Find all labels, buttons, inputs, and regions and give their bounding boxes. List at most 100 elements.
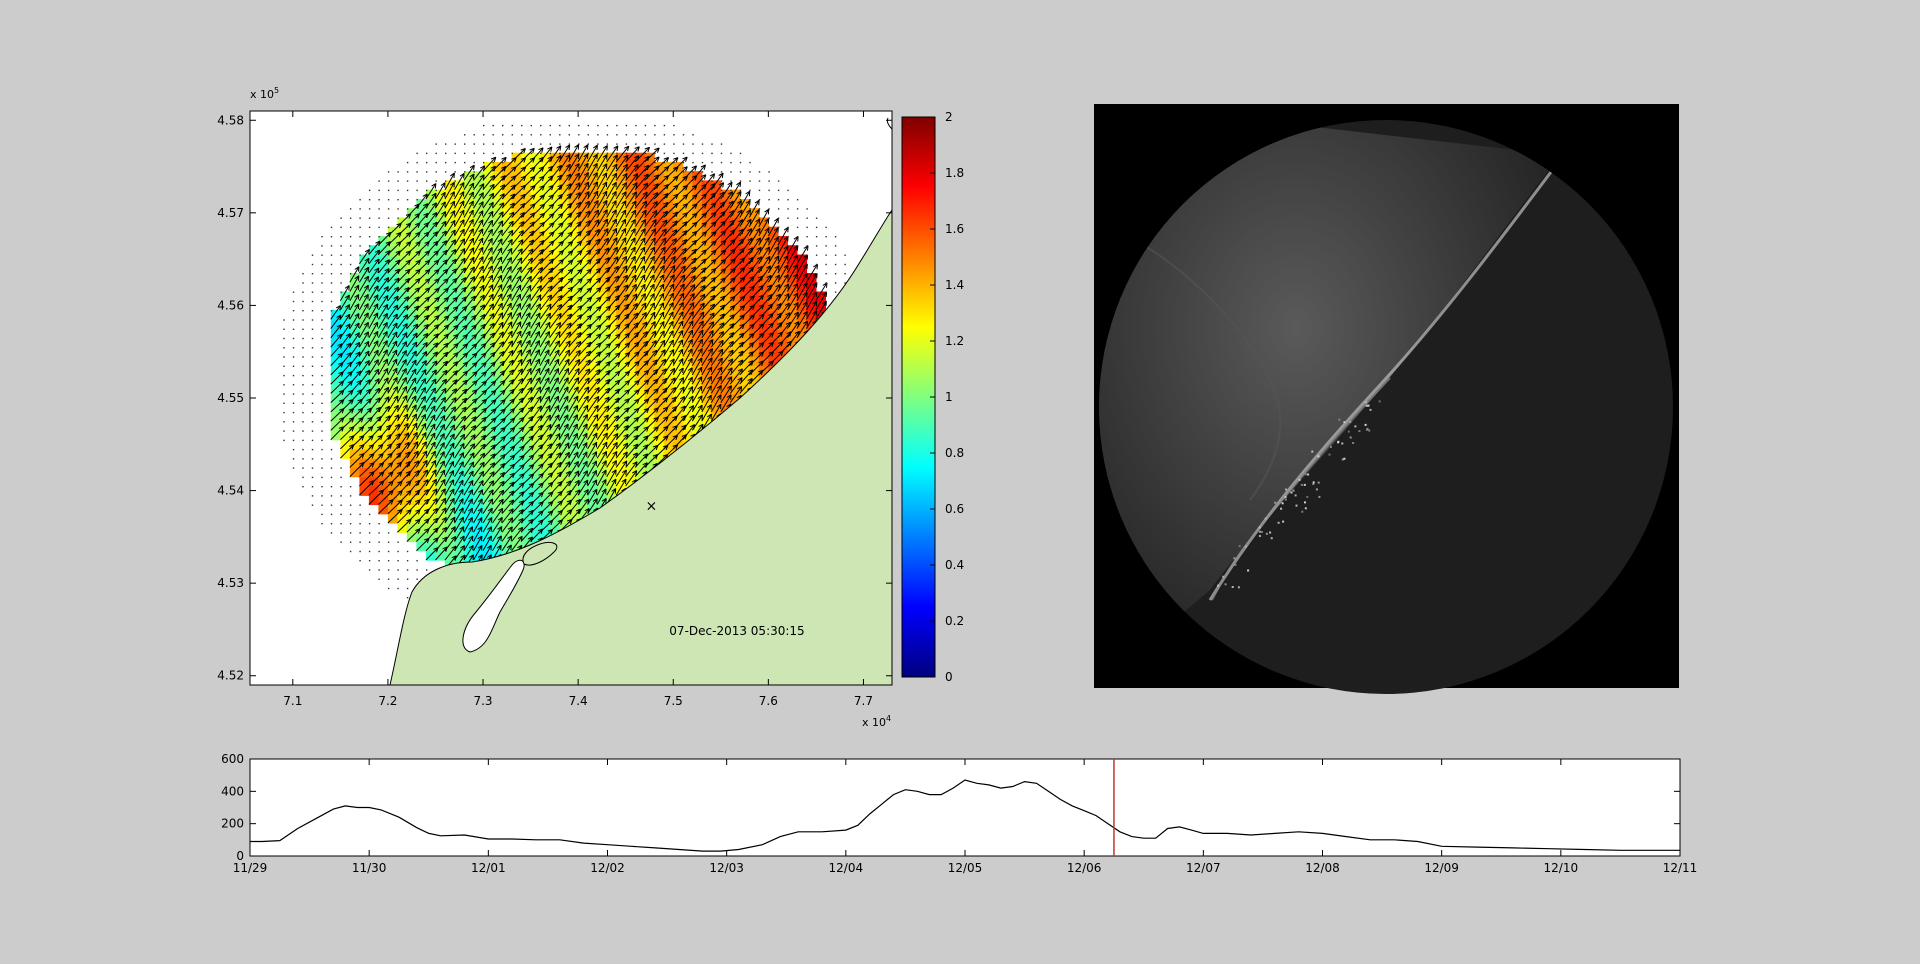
velocity-cell [445,393,456,404]
velocity-cell [454,217,465,228]
velocity-cell [768,245,779,256]
velocity-cell [787,282,798,293]
velocity-cell [692,384,703,394]
velocity-cell [406,411,417,422]
velocity-cell [711,347,722,357]
velocity-cell [682,291,693,302]
velocity-cell [644,273,655,283]
velocity-cell [606,430,617,441]
velocity-cell [673,337,684,348]
velocity-cell [749,208,760,219]
velocity-cell [730,384,741,394]
velocity-cell [330,374,341,385]
velocity-cell [625,236,636,246]
velocity-cell [673,430,684,441]
velocity-cell [663,411,674,422]
velocity-cell [454,411,465,422]
velocity-cell [625,254,636,265]
velocity-cell [635,199,646,209]
velocity-cell [701,328,712,339]
velocity-cell [644,291,655,302]
velocity-cell [387,282,398,293]
velocity-cell [473,245,484,256]
velocity-cell [673,347,684,357]
velocity-cell [511,523,522,533]
velocity-cell [597,180,608,191]
velocity-cell [606,208,617,219]
velocity-cell [720,365,731,376]
velocity-cell [445,199,456,209]
velocity-cell [616,226,627,237]
velocity-cell [635,263,646,274]
velocity-cell [701,402,712,413]
velocity-cell [435,374,446,385]
velocity-cell [454,189,465,200]
velocity-cell [616,161,627,172]
velocity-cell [663,199,674,209]
velocity-cell [426,550,437,561]
velocity-cell [644,217,655,228]
velocity-cell [673,273,684,283]
velocity-cell [587,171,598,182]
velocity-cell [464,217,475,228]
velocity-cell [378,263,389,274]
velocity-cell [625,171,636,182]
velocity-cell [616,319,627,330]
velocity-cell [416,421,427,431]
velocity-cell [426,532,437,543]
velocity-cell [359,486,370,496]
velocity-cell [473,254,484,265]
velocity-cell [682,365,693,376]
velocity-cell [635,356,646,367]
velocity-cell [644,282,655,293]
velocity-cell [606,300,617,311]
velocity-cell [692,365,703,376]
velocity-cell [578,161,589,172]
velocity-cell [635,273,646,283]
velocity-cell [530,152,541,163]
velocity-cell [549,189,560,200]
velocity-cell [597,411,608,422]
velocity-cell [777,263,788,274]
velocity-cell [397,310,408,320]
velocity-cell [330,347,341,357]
velocity-cell [454,208,465,219]
velocity-cell [654,310,665,320]
velocity-cell [701,384,712,394]
velocity-cell [464,226,475,237]
velocity-cell [682,356,693,367]
velocity-cell [597,189,608,200]
velocity-cell [340,337,351,348]
velocity-cell [758,226,769,237]
figure: × 07-Dec-2013 05:30:15 7.1 7.2 7.3 7.4 7.5 7.… [217,86,1697,875]
velocity-cell [416,430,427,441]
velocity-cell [464,236,475,246]
velocity-cell [644,208,655,219]
velocity-cell [663,254,674,265]
velocity-cell [625,245,636,256]
velocity-cell [587,263,598,274]
velocity-cell [445,189,456,200]
velocity-cell [406,402,417,413]
velocity-cell [692,374,703,385]
velocity-cell [654,291,665,302]
velocity-cell [540,171,551,182]
velocity-cell [445,180,456,191]
velocity-cell [426,356,437,367]
velocity-cell [682,347,693,357]
velocity-cell [606,199,617,209]
velocity-cell [559,495,570,506]
velocity-cell [616,152,627,163]
velocity-cell [701,393,712,404]
velocity-cell [692,310,703,320]
velocity-cell [378,439,389,450]
velocity-cell [644,374,655,385]
velocity-cell [426,448,437,459]
velocity-cell [701,374,712,385]
velocity-cell [397,300,408,311]
velocity-cell [616,217,627,228]
velocity-cell [616,236,627,246]
velocity-cell [340,365,351,376]
velocity-cell [654,236,665,246]
velocity-cell [597,282,608,293]
